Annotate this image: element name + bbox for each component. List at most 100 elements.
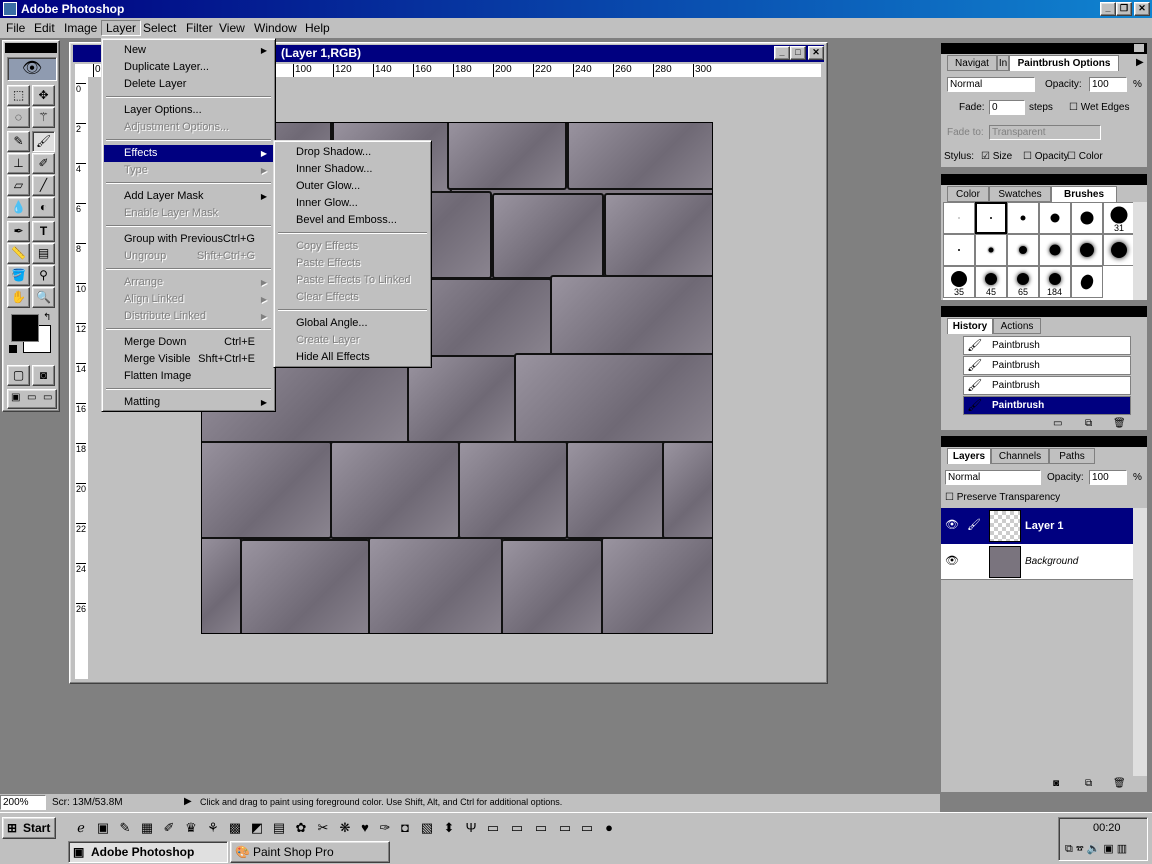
new-document-icon[interactable]: ⧉ (1085, 418, 1092, 429)
visibility-eye-icon[interactable]: 👁 (945, 518, 959, 531)
swap-colors-icon[interactable]: ↰ (43, 312, 51, 323)
brush-preset[interactable] (1007, 234, 1039, 266)
quicklaunch-icon[interactable]: ✿ (292, 820, 310, 836)
drive-icon[interactable]: ▭ (556, 820, 574, 836)
menu-item-effects[interactable]: Effects ▶ (104, 145, 273, 162)
doc-minimize-button[interactable]: _ (774, 46, 790, 60)
taskbar-task-photoshop[interactable]: ▣ Adobe Photoshop (68, 841, 228, 863)
start-button[interactable]: ⊞ Start (2, 817, 56, 839)
menu-item-global-angle[interactable]: Global Angle... (276, 315, 429, 332)
menu-filter[interactable]: Filter (182, 21, 217, 35)
menu-item-drop-shadow[interactable]: Drop Shadow... (276, 144, 429, 161)
menu-edit[interactable]: Edit (30, 21, 59, 35)
rubber-stamp-tool-icon[interactable]: ⊥ (7, 153, 30, 174)
move-tool-icon[interactable]: ✥ (32, 85, 55, 106)
brush-preset[interactable] (1103, 234, 1135, 266)
brush-preset[interactable] (943, 202, 975, 234)
layers-scrollbar[interactable] (1133, 508, 1147, 776)
menu-item-add-layer-mask[interactable]: Add Layer Mask ▶ (104, 188, 273, 205)
blend-mode-select[interactable]: Normal (947, 77, 1035, 92)
gradient-tool-icon[interactable]: ▤ (32, 243, 55, 264)
wet-edges-checkbox[interactable]: ☐ Wet Edges (1069, 102, 1129, 113)
brush-preset[interactable] (975, 202, 1007, 234)
delete-layer-icon[interactable]: 🗑 (1113, 778, 1126, 789)
tab-paths[interactable]: Paths (1049, 448, 1095, 464)
pen-tool-icon[interactable]: ✒ (7, 221, 30, 242)
trash-icon[interactable]: 🗑 (1113, 418, 1126, 429)
hand-tool-icon[interactable]: ✋ (7, 287, 30, 308)
layer-row[interactable]: 👁 Background (941, 544, 1133, 580)
fade-to-select[interactable]: Transparent (989, 125, 1101, 140)
foreground-color-swatch[interactable] (11, 314, 39, 342)
screen-mode-full-menu-icon[interactable]: ▭ (27, 392, 36, 403)
status-menu-arrow-icon[interactable]: ▶ (184, 796, 192, 807)
quicklaunch-icon[interactable]: ▧ (418, 820, 436, 836)
quick-mask-mode-icon[interactable]: ◙ (32, 365, 55, 386)
stylus-color-checkbox[interactable]: ☐ Color (1067, 151, 1103, 162)
tray-icons[interactable]: ⧉☎🔊▣▥ (1065, 842, 1130, 856)
brush-preset[interactable]: 35 (943, 266, 975, 298)
screen-mode-full-icon[interactable]: ▭ (43, 392, 52, 403)
restore-button[interactable]: ❐ (1116, 2, 1132, 16)
zoom-level-field[interactable]: 200% (0, 795, 46, 810)
brush-preset[interactable] (1039, 202, 1071, 234)
layer-mask-icon[interactable]: ◙ (1053, 778, 1059, 789)
drive-icon[interactable]: ▭ (532, 820, 550, 836)
brush-preset[interactable] (1039, 234, 1071, 266)
camera-icon[interactable]: ◘ (396, 820, 414, 836)
visibility-eye-icon[interactable]: 👁 (945, 554, 959, 567)
paint-bucket-tool-icon[interactable]: 🪣 (7, 265, 30, 286)
photoshop-app-icon[interactable] (3, 2, 17, 16)
blur-tool-icon[interactable]: 💧 (7, 197, 30, 218)
quicklaunch-icon[interactable]: ✂ (314, 820, 332, 836)
brush-preset[interactable] (1071, 266, 1103, 298)
taskbar-task-paintshop[interactable]: 🎨 Paint Shop Pro (230, 841, 390, 863)
brush-preset[interactable]: 45 (975, 266, 1007, 298)
brush-preset[interactable]: 184 (1039, 266, 1071, 298)
brushes-scrollbar[interactable] (1133, 202, 1147, 300)
paintbrush-tool-icon[interactable]: 🖌 (32, 131, 55, 152)
internet-explorer-icon[interactable]: ℯ (72, 820, 90, 836)
menu-item-duplicate-layer[interactable]: Duplicate Layer... (104, 59, 273, 76)
measure-tool-icon[interactable]: 📏 (7, 243, 30, 264)
menu-select[interactable]: Select (139, 21, 180, 35)
type-tool-icon[interactable]: T (32, 221, 55, 242)
menu-item-merge-down[interactable]: Merge Down Ctrl+E (104, 334, 273, 351)
layer-blend-mode-select[interactable]: Normal (945, 470, 1041, 485)
brush-preset[interactable]: 31 (1103, 202, 1135, 234)
drive-icon[interactable]: ▭ (484, 820, 502, 836)
tab-actions[interactable]: Actions (993, 318, 1041, 334)
quicklaunch-icon[interactable]: ❋ (336, 820, 354, 836)
menu-item-inner-shadow[interactable]: Inner Shadow... (276, 161, 429, 178)
menu-file[interactable]: File (2, 21, 29, 35)
tab-swatches[interactable]: Swatches (989, 186, 1051, 202)
history-item-selected[interactable]: Paintbrush (963, 396, 1131, 415)
tab-brushes[interactable]: Brushes (1051, 186, 1117, 202)
quicklaunch-icon[interactable]: ▤ (270, 820, 288, 836)
magic-wand-tool-icon[interactable]: ⚚ (32, 107, 55, 128)
quicklaunch-icon[interactable]: ▩ (226, 820, 244, 836)
doc-close-button[interactable]: ✕ (808, 46, 824, 60)
menu-item-bevel-and-emboss[interactable]: Bevel and Emboss... (276, 212, 429, 229)
menu-item-merge-visible[interactable]: Merge Visible Shft+Ctrl+E (104, 351, 273, 368)
stylus-size-checkbox[interactable]: ☑ Size (981, 151, 1012, 162)
tab-channels[interactable]: Channels (991, 448, 1049, 464)
menu-window[interactable]: Window (250, 21, 301, 35)
notepad-icon[interactable]: ✎ (116, 820, 134, 836)
history-item[interactable]: Paintbrush (963, 376, 1131, 395)
stylus-opacity-checkbox[interactable]: ☐ Opacity (1023, 151, 1069, 162)
history-item[interactable]: Paintbrush (963, 336, 1131, 355)
clock[interactable]: 00:20 (1093, 822, 1121, 834)
airbrush-tool-icon[interactable]: ✎ (7, 131, 30, 152)
brush-preset[interactable] (943, 234, 975, 266)
panel-menu-arrow-icon[interactable]: ▶ (1136, 57, 1144, 68)
quicklaunch-icon[interactable]: ◩ (248, 820, 266, 836)
quicklaunch-icon[interactable]: ⚘ (204, 820, 222, 836)
quicklaunch-icon[interactable]: ♥ (356, 820, 374, 836)
quicklaunch-icon[interactable]: ♛ (182, 820, 200, 836)
tab-info[interactable]: In (997, 55, 1009, 71)
pencil-tool-icon[interactable]: ╱ (32, 175, 55, 196)
drive-icon[interactable]: ▭ (508, 820, 526, 836)
brush-preset[interactable] (1007, 202, 1039, 234)
menu-item-inner-glow[interactable]: Inner Glow... (276, 195, 429, 212)
